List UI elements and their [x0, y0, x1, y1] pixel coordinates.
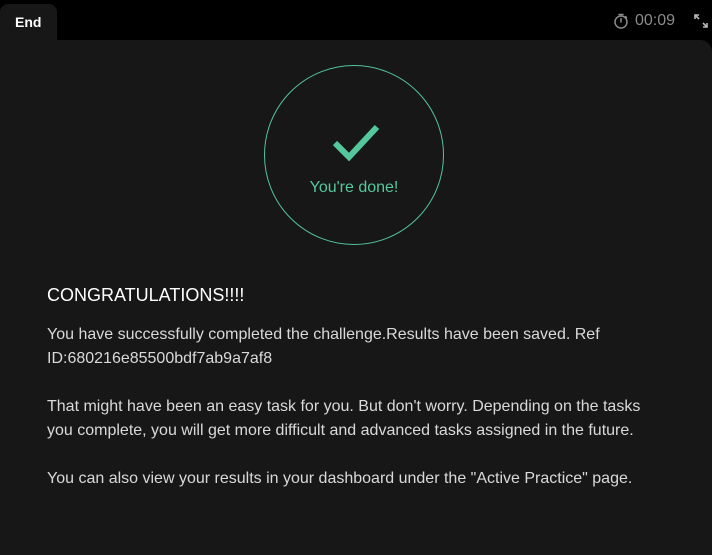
- end-tab[interactable]: End: [0, 4, 57, 44]
- expand-icon[interactable]: [694, 14, 708, 28]
- result-message: CONGRATULATIONS!!!! You have successfull…: [47, 283, 657, 515]
- result-panel: You're done! CONGRATULATIONS!!!! You hav…: [0, 40, 712, 555]
- result-paragraph-1: You have successfully completed the chal…: [47, 326, 600, 367]
- done-label: You're done!: [309, 179, 399, 196]
- stopwatch-icon: [613, 13, 629, 29]
- done-badge: You're done!: [264, 65, 444, 245]
- top-bar: End 00:09: [0, 0, 712, 44]
- congratulations-heading: CONGRATULATIONS!!!!: [47, 285, 245, 305]
- result-paragraph-2: That might have been an easy task for yo…: [47, 398, 641, 439]
- checkmark-icon: [332, 124, 380, 167]
- result-paragraph-3: You can also view your results in your d…: [47, 470, 633, 487]
- timer-value: 00:09: [634, 12, 675, 29]
- timer: 00:09: [613, 12, 675, 30]
